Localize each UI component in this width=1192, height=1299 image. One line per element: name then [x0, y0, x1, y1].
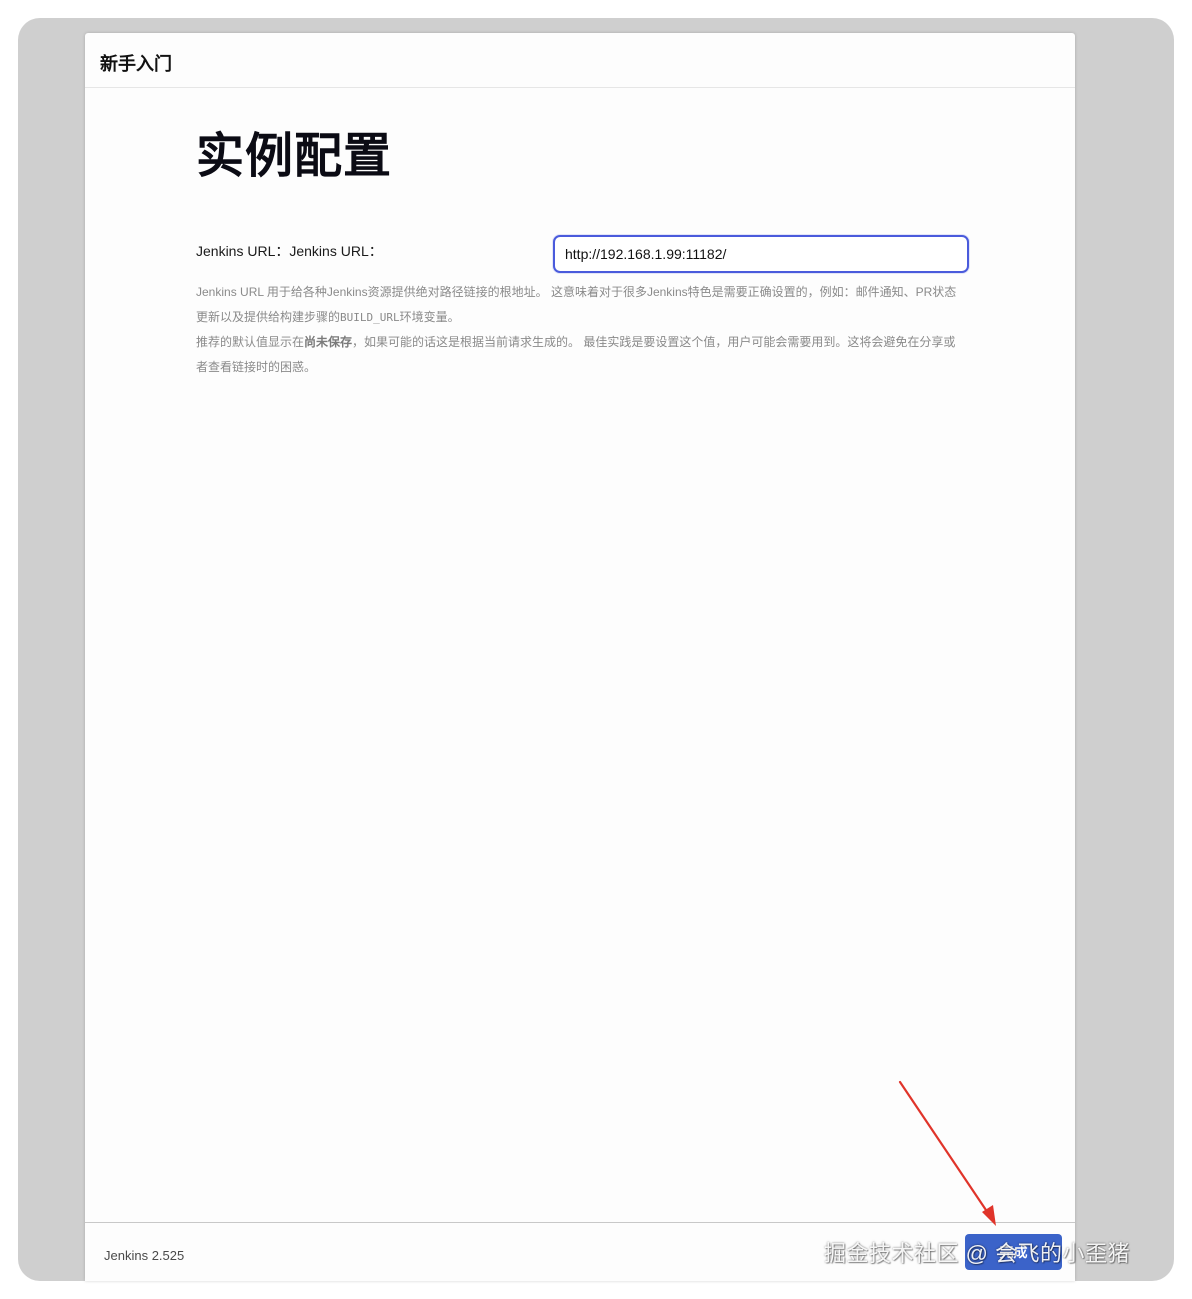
- not-saved-emphasis: 尚未保存: [304, 335, 353, 349]
- watermark: 掘金技术社区 @ 会飞的小歪猪: [824, 1241, 1131, 1266]
- dialog-header: 新手入门: [85, 33, 1075, 88]
- help-paragraph-2: 推荐的默认值显示在尚未保存，如果可能的话这是根据当前请求生成的。 最佳实践是要设…: [196, 335, 956, 374]
- jenkins-url-label: Jenkins URL：Jenkins URL：: [196, 243, 383, 259]
- build-url-code: BUILD_URL: [340, 311, 400, 324]
- jenkins-version: Jenkins 2.525: [104, 1248, 185, 1263]
- setup-wizard-dialog: 新手入门 实例配置 Jenkins URL：Jenkins URL： Jenki…: [85, 33, 1075, 1281]
- jenkins-url-input[interactable]: [553, 235, 969, 273]
- dialog-title: 新手入门: [100, 54, 172, 74]
- jenkins-url-help: Jenkins URL 用于给各种Jenkins资源提供绝对路径链接的根地址。 …: [196, 280, 966, 380]
- help-paragraph-1: Jenkins URL 用于给各种Jenkins资源提供绝对路径链接的根地址。 …: [196, 285, 957, 324]
- page-title: 实例配置: [196, 130, 393, 183]
